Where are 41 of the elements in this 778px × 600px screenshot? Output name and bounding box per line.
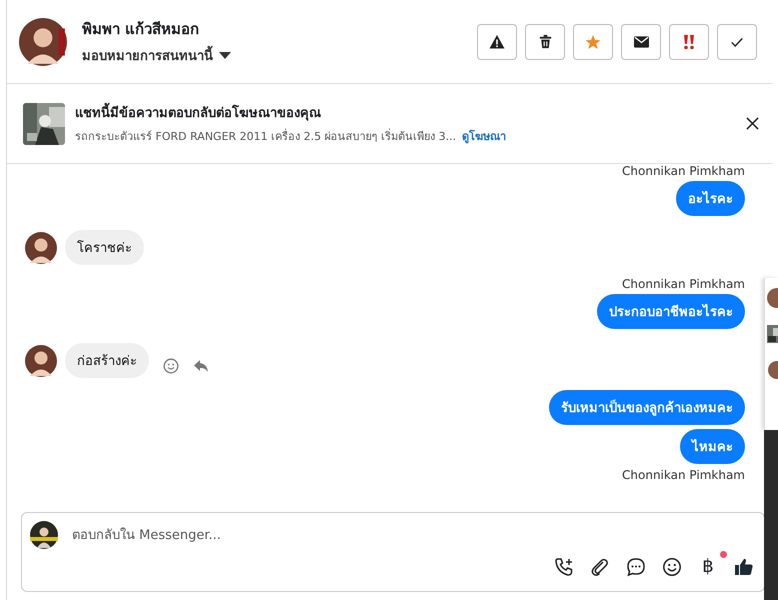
sent-message: ไหมคะ bbox=[680, 429, 745, 464]
avatar bbox=[19, 18, 67, 66]
unread-button[interactable] bbox=[621, 24, 661, 60]
sent-message: ประกอบอาชีพอะไรคะ bbox=[597, 294, 745, 329]
emoji-icon[interactable] bbox=[662, 557, 682, 577]
mail-icon bbox=[634, 36, 648, 48]
sent-message: อะไรคะ bbox=[676, 181, 745, 216]
avatar bbox=[30, 521, 58, 549]
sender-name: Chonnikan Pimkham bbox=[622, 277, 745, 291]
avatar bbox=[765, 288, 778, 308]
star-button[interactable] bbox=[573, 24, 613, 60]
view-ad-link[interactable]: ดูโฆษณา bbox=[462, 127, 506, 145]
spam-button[interactable] bbox=[477, 24, 517, 60]
sender-name: Chonnikan Pimkham bbox=[622, 468, 745, 482]
ad-description: รถกระบะตัวแรร์ FORD RANGER 2011 เครื่อง 2.5 ผ่อนสบายๆ เริ่มต้นเพียง 3... bbox=[75, 128, 456, 145]
star-icon bbox=[585, 34, 601, 50]
reply-box[interactable]: ตอบกลับใน Messenger... ฿ bbox=[21, 512, 765, 592]
avatar bbox=[25, 232, 57, 264]
close-icon[interactable] bbox=[746, 117, 759, 130]
exclamation-icon bbox=[681, 34, 697, 50]
trash-icon bbox=[538, 34, 552, 49]
reply-icon[interactable] bbox=[193, 358, 209, 374]
sent-message: รับเหมาเป็นของลูกค้าเองหมคะ bbox=[549, 390, 745, 425]
received-message: โคราชค่ะ bbox=[65, 230, 144, 265]
sender-name: Chonnikan Pimkham bbox=[622, 164, 745, 178]
chat-bubble-icon[interactable] bbox=[626, 557, 646, 577]
thumbs-up-icon[interactable] bbox=[734, 557, 754, 577]
contact-name: พิมพา แก้วสีหมอก bbox=[82, 19, 200, 40]
received-message: ก่อสร้างค่ะ bbox=[65, 343, 149, 378]
payment-button[interactable]: ฿ bbox=[698, 557, 718, 577]
avatar bbox=[765, 360, 778, 380]
react-icon[interactable] bbox=[163, 358, 179, 374]
caret-icon bbox=[219, 52, 231, 60]
delete-button[interactable] bbox=[525, 24, 565, 60]
warning-icon bbox=[489, 34, 505, 50]
assign-dropdown[interactable]: มอบหมายการสนทนานี้ bbox=[82, 45, 231, 66]
call-icon[interactable] bbox=[554, 557, 574, 577]
avatar bbox=[25, 344, 57, 376]
priority-button[interactable] bbox=[669, 24, 709, 60]
paperclip-icon[interactable] bbox=[590, 557, 610, 577]
ad-reply-notice: แชทนี้มีข้อความตอบกลับต่อโฆษณาของคุณ bbox=[75, 102, 506, 123]
